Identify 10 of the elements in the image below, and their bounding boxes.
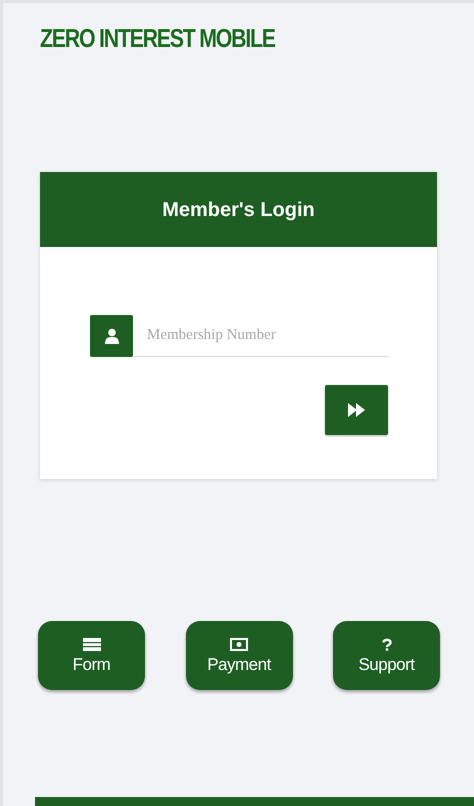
shortcut-button[interactable]: Form <box>38 621 145 690</box>
shortcut-button[interactable]: Support <box>333 621 440 690</box>
banknote-icon <box>230 638 248 650</box>
card-header: Member's Login <box>40 172 437 247</box>
app-title: ZERO INTEREST MOBILE <box>40 23 275 53</box>
table-icon <box>82 638 100 650</box>
user-icon <box>90 315 133 357</box>
submit-button[interactable] <box>325 385 388 435</box>
fast-forward-icon <box>348 402 366 418</box>
shortcut-button[interactable]: Payment <box>186 621 292 690</box>
